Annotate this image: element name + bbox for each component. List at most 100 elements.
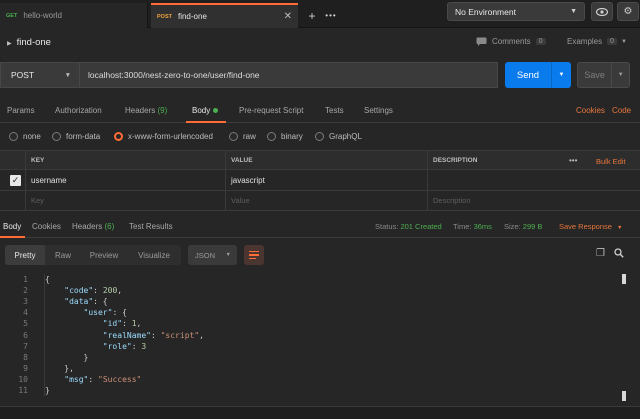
- environment-label: No Environment: [455, 6, 516, 17]
- size-readout: Size: 299 B: [504, 222, 542, 231]
- environment-select[interactable]: No Environment ▼: [447, 2, 585, 21]
- param-value-field[interactable]: javascript: [225, 170, 427, 190]
- radio-circle-icon: [315, 132, 324, 141]
- param-key-field[interactable]: username: [25, 170, 225, 190]
- request-name-label: find-one: [16, 37, 51, 48]
- radio-raw[interactable]: raw: [229, 132, 256, 141]
- code-line: 11}: [0, 385, 640, 397]
- scrollbar-marker[interactable]: [622, 274, 626, 284]
- add-tab-button[interactable]: +: [305, 3, 319, 28]
- row-enabled-checkbox[interactable]: ✓: [10, 175, 21, 186]
- send-button[interactable]: Send ▼: [505, 62, 571, 88]
- save-button[interactable]: Save ▼: [577, 62, 630, 88]
- save-response-label: Save Response: [559, 222, 612, 231]
- save-response-button[interactable]: Save Response ▼: [559, 222, 623, 231]
- language-select[interactable]: JSON ▼: [188, 245, 237, 265]
- body-type-radios: none form-data x-www-form-urlencoded raw…: [0, 130, 640, 146]
- response-tab-body[interactable]: Body: [3, 222, 21, 231]
- request-title-row: ▶ find-one Comments 0 Examples 0 ▼: [0, 28, 640, 58]
- format-pretty[interactable]: Pretty: [5, 245, 45, 265]
- scrollbar-marker[interactable]: [622, 391, 626, 401]
- copy-icon[interactable]: ❐: [596, 248, 605, 259]
- format-visualize[interactable]: Visualize: [127, 245, 181, 265]
- tab-find-one[interactable]: POST find-one ✕: [151, 3, 298, 28]
- param-description-field[interactable]: [427, 170, 640, 190]
- caret-right-icon: ▶: [7, 41, 12, 47]
- size-label: Size:: [504, 222, 521, 231]
- more-options-button[interactable]: •••: [569, 156, 577, 165]
- status-value: 201 Created: [400, 222, 442, 231]
- radio-label: raw: [243, 132, 256, 141]
- response-tab-cookies[interactable]: Cookies: [32, 222, 61, 231]
- table-row-empty: Key Value Description: [0, 191, 640, 211]
- request-tabs: Params Authorization Headers (9) Body Pr…: [0, 101, 640, 123]
- search-icon[interactable]: [614, 248, 624, 261]
- code-link[interactable]: Code: [612, 106, 631, 115]
- new-value-field[interactable]: Value: [225, 191, 427, 210]
- bulk-edit-link[interactable]: Bulk Edit: [596, 157, 626, 166]
- tab-headers[interactable]: Headers (9): [125, 106, 167, 115]
- radio-graphql[interactable]: GraphQL: [315, 132, 362, 141]
- new-description-field[interactable]: Description: [427, 191, 640, 210]
- tab-tests[interactable]: Tests: [325, 106, 344, 115]
- time-label: Time:: [453, 222, 472, 231]
- tab-hello-world[interactable]: GET hello-world: [0, 3, 148, 28]
- response-headers-label: Headers: [72, 222, 103, 231]
- examples-count: 0: [607, 38, 618, 45]
- environment-quick-look-button[interactable]: [591, 2, 613, 21]
- radio-form-data[interactable]: form-data: [52, 132, 100, 141]
- close-icon[interactable]: ✕: [284, 11, 292, 22]
- body-params-table: KEY VALUE DESCRIPTION ••• Bulk Edit ✓ us…: [0, 150, 640, 212]
- cookies-link[interactable]: Cookies: [576, 106, 605, 115]
- method-label: POST: [11, 70, 35, 80]
- radio-circle-icon: [267, 132, 276, 141]
- request-name[interactable]: ▶ find-one: [7, 37, 51, 48]
- tab-authorization[interactable]: Authorization: [55, 106, 102, 115]
- radio-x-www-form-urlencoded[interactable]: x-www-form-urlencoded: [114, 132, 213, 141]
- response-tab-test-results[interactable]: Test Results: [129, 222, 173, 231]
- url-input[interactable]: localhost:3000/nest-zero-to-one/user/fin…: [80, 62, 498, 88]
- tab-body[interactable]: Body: [192, 106, 219, 115]
- response-tab-headers[interactable]: Headers (6): [72, 222, 114, 231]
- time-value: 36ms: [473, 222, 492, 231]
- new-key-field[interactable]: Key: [25, 191, 225, 210]
- radio-label: GraphQL: [329, 132, 362, 141]
- radio-circle-icon: [229, 132, 238, 141]
- radio-label: none: [23, 132, 41, 141]
- format-preview[interactable]: Preview: [81, 245, 127, 265]
- save-label: Save: [584, 70, 605, 80]
- tab-pre-request-script[interactable]: Pre-request Script: [239, 106, 303, 115]
- method-select[interactable]: POST ▼: [0, 62, 80, 88]
- column-value: VALUE: [225, 151, 427, 169]
- radio-label: binary: [281, 132, 303, 141]
- wrap-lines-icon-bar: [249, 254, 259, 256]
- column-description: DESCRIPTION: [427, 151, 565, 169]
- tab-body-label: Body: [192, 106, 211, 115]
- settings-button[interactable]: ⚙: [617, 2, 639, 21]
- wrap-lines-icon-bar: [249, 257, 256, 260]
- gear-icon: ⚙: [623, 6, 633, 17]
- format-raw[interactable]: Raw: [45, 245, 81, 265]
- code-text: }: [45, 386, 50, 395]
- wrap-lines-icon: [249, 250, 259, 253]
- tab-params[interactable]: Params: [7, 106, 35, 115]
- chevron-down-icon: ▼: [621, 38, 627, 45]
- status-bar: [0, 406, 640, 419]
- url-text: localhost:3000/nest-zero-to-one/user/fin…: [88, 70, 260, 80]
- tab-settings[interactable]: Settings: [364, 106, 393, 115]
- comments-count: 0: [535, 38, 546, 45]
- comments-button[interactable]: Comments 0: [476, 37, 546, 46]
- radio-none[interactable]: none: [9, 132, 41, 141]
- response-body-editor[interactable]: 1{2 "code": 200, 3 "data": {4 "user": {5 …: [0, 271, 640, 406]
- headers-count: (9): [157, 106, 168, 115]
- radio-binary[interactable]: binary: [267, 132, 303, 141]
- chevron-down-icon[interactable]: ▼: [551, 62, 571, 88]
- more-tabs-button[interactable]: •••: [322, 3, 340, 28]
- examples-button[interactable]: Examples 0 ▼: [567, 37, 627, 46]
- radio-label: form-data: [66, 132, 101, 141]
- chevron-down-icon[interactable]: ▼: [611, 63, 629, 87]
- chevron-down-icon: ▼: [225, 252, 231, 258]
- comment-icon: [476, 37, 487, 46]
- wrap-lines-button[interactable]: [244, 245, 264, 265]
- response-headers-count: (6): [104, 222, 115, 231]
